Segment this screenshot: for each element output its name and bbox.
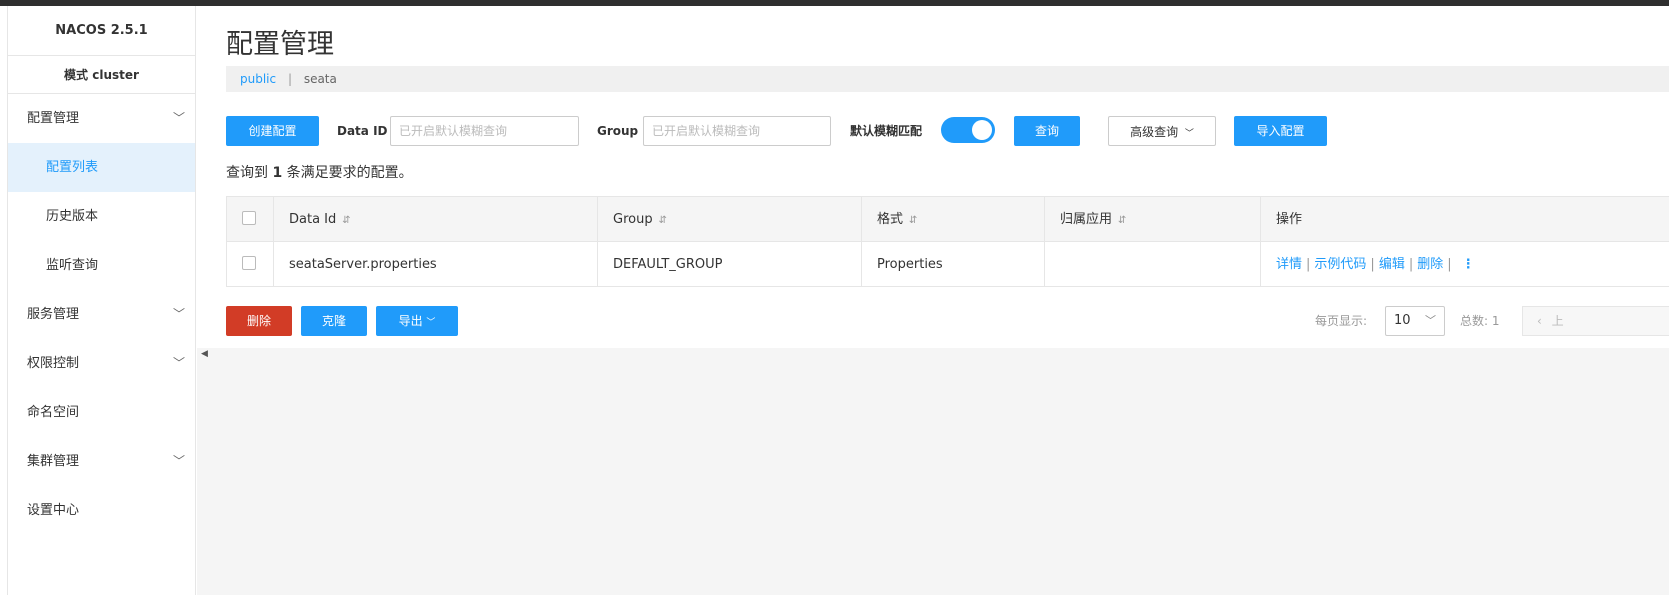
mode-label: 模式 cluster bbox=[8, 56, 195, 94]
edit-link[interactable]: 编辑 bbox=[1379, 257, 1405, 272]
sample-code-link[interactable]: 示例代码 bbox=[1314, 257, 1366, 272]
config-table: Data Id ⇵ Group ⇵ 格式 ⇵ 归属应用 ⇵ 操作 seataServer… bbox=[226, 196, 1669, 287]
sidebar-item-access-control[interactable]: 权限控制 ﹀ bbox=[8, 339, 195, 388]
query-button[interactable]: 查询 bbox=[1014, 116, 1080, 146]
header-group-label: Group bbox=[613, 212, 653, 227]
sidebar-item-label: 集群管理 bbox=[27, 454, 80, 469]
sidebar-item-label: 权限控制 bbox=[27, 356, 80, 371]
delete-link[interactable]: 删除 bbox=[1417, 257, 1443, 272]
breadcrumb-separator: | bbox=[287, 72, 292, 86]
cell-ops: 详情 | 示例代码 | 编辑 | 删除 | ⋮ bbox=[1261, 242, 1669, 287]
select-all-checkbox[interactable] bbox=[242, 211, 256, 225]
breadcrumb-namespace[interactable]: public bbox=[240, 72, 276, 86]
detail-link[interactable]: 详情 bbox=[1276, 257, 1302, 272]
cell-dataid: seataServer.properties bbox=[274, 242, 598, 287]
sidebar-subitem-config-list[interactable]: 配置列表 bbox=[8, 143, 195, 192]
content-panel: 配置管理 public | seata 创建配置 Data ID Group 默… bbox=[197, 6, 1669, 348]
table-row: seataServer.properties DEFAULT_GROUP Pro… bbox=[227, 242, 1669, 287]
sidebar-item-service-management[interactable]: 服务管理 ﹀ bbox=[8, 290, 195, 339]
header-checkbox-cell bbox=[227, 197, 274, 242]
sidebar-item-settings-center[interactable]: 设置中心 bbox=[8, 486, 195, 535]
sort-icon: ⇵ bbox=[658, 215, 667, 226]
sort-icon: ⇵ bbox=[342, 215, 351, 226]
total-count: 总数: 1 bbox=[1460, 314, 1500, 328]
result-count: 1 bbox=[272, 165, 283, 181]
prev-page-button[interactable]: ‹ 上 bbox=[1522, 306, 1669, 336]
sidebar-item-label: 配置管理 bbox=[27, 111, 80, 126]
header-format[interactable]: 格式 ⇵ bbox=[862, 197, 1045, 242]
chevron-down-icon: ﹀ bbox=[1184, 129, 1194, 139]
header-format-label: 格式 bbox=[877, 212, 904, 227]
import-config-button[interactable]: 导入配置 bbox=[1234, 116, 1327, 146]
sort-icon: ⇵ bbox=[909, 215, 918, 226]
page-title: 配置管理 bbox=[226, 29, 334, 60]
header-ops: 操作 bbox=[1276, 212, 1303, 227]
header-app[interactable]: 归属应用 ⇵ bbox=[1045, 197, 1261, 242]
advanced-query-button[interactable]: 高级查询 ﹀ bbox=[1108, 116, 1216, 146]
create-config-button[interactable]: 创建配置 bbox=[226, 116, 319, 146]
header-group[interactable]: Group ⇵ bbox=[598, 197, 862, 242]
brand-title: NACOS 2.5.1 bbox=[8, 6, 195, 56]
chevron-down-icon: ﹀ bbox=[172, 307, 185, 321]
export-label: 导出 bbox=[398, 314, 423, 328]
page-size-label: 每页显示: bbox=[1315, 314, 1368, 328]
page-size-select[interactable]: 10 ﹀ bbox=[1385, 306, 1445, 336]
sidebar-item-label: 服务管理 bbox=[27, 307, 80, 322]
op-separator: | bbox=[1306, 257, 1311, 272]
prev-page-label: 上 bbox=[1551, 314, 1564, 328]
chevron-down-icon: ﹀ bbox=[1425, 314, 1436, 327]
op-separator: | bbox=[1370, 257, 1375, 272]
breadcrumb-current: seata bbox=[303, 72, 337, 86]
chevron-down-icon: ﹀ bbox=[172, 356, 185, 370]
dataid-input[interactable] bbox=[390, 116, 579, 146]
header-dataid[interactable]: Data Id ⇵ bbox=[274, 197, 598, 242]
left-edge bbox=[0, 6, 8, 595]
sidebar-item-config-management[interactable]: 配置管理 ﹀ bbox=[8, 94, 195, 143]
header-app-label: 归属应用 bbox=[1060, 212, 1113, 227]
op-separator: | bbox=[1408, 257, 1414, 272]
toggle-knob bbox=[972, 120, 992, 140]
breadcrumb: public | seata bbox=[226, 66, 1669, 92]
result-suffix: 条满足要求的配置。 bbox=[286, 165, 413, 181]
sidebar-item-label: 命名空间 bbox=[27, 405, 80, 420]
sidebar-item-label: 设置中心 bbox=[27, 503, 80, 518]
fuzzy-match-toggle[interactable] bbox=[941, 117, 995, 143]
result-summary: 查询到 1 条满足要求的配置。 bbox=[226, 162, 413, 182]
chevron-down-icon: ﹀ bbox=[426, 318, 436, 328]
main-area: 配置管理 public | seata 创建配置 Data ID Group 默… bbox=[197, 6, 1669, 595]
sidebar-item-cluster-management[interactable]: 集群管理 ﹀ bbox=[8, 437, 195, 486]
result-prefix: 查询到 bbox=[226, 165, 268, 181]
op-separator: | bbox=[1447, 257, 1452, 272]
table-header-row: Data Id ⇵ Group ⇵ 格式 ⇵ 归属应用 ⇵ 操作 bbox=[227, 197, 1669, 242]
chevron-left-icon: ‹ bbox=[1537, 314, 1542, 328]
more-actions-icon[interactable]: ⋮ bbox=[1462, 257, 1475, 272]
sort-icon: ⇵ bbox=[1118, 215, 1127, 226]
cell-group: DEFAULT_GROUP bbox=[598, 242, 862, 287]
chevron-down-icon: ﹀ bbox=[172, 454, 185, 468]
clone-button[interactable]: 克隆 bbox=[301, 306, 367, 336]
row-checkbox[interactable] bbox=[242, 256, 256, 270]
batch-delete-button[interactable]: 删除 bbox=[226, 306, 292, 336]
sidebar-subitem-history[interactable]: 历史版本 bbox=[8, 192, 195, 241]
group-label: Group bbox=[597, 124, 639, 138]
page-size-value: 10 bbox=[1394, 313, 1411, 328]
sidebar: NACOS 2.5.1 模式 cluster 配置管理 ﹀ 配置列表 历史版本 … bbox=[8, 6, 196, 595]
group-input[interactable] bbox=[643, 116, 831, 146]
chevron-down-icon: ﹀ bbox=[172, 111, 185, 125]
fuzzy-match-label: 默认模糊匹配 bbox=[850, 124, 923, 138]
header-dataid-label: Data Id bbox=[289, 212, 337, 227]
advanced-query-label: 高级查询 bbox=[1130, 125, 1179, 139]
dataid-label: Data ID bbox=[337, 124, 388, 138]
sidebar-item-namespace[interactable]: 命名空间 bbox=[8, 388, 195, 437]
sidebar-subitem-listener-query[interactable]: 监听查询 bbox=[8, 241, 195, 290]
cell-format: Properties bbox=[862, 242, 1045, 287]
export-button[interactable]: 导出 ﹀ bbox=[376, 306, 458, 336]
row-checkbox-cell bbox=[227, 242, 274, 287]
cell-app bbox=[1045, 242, 1261, 287]
collapse-sidebar-icon[interactable]: ◀ bbox=[201, 349, 208, 359]
